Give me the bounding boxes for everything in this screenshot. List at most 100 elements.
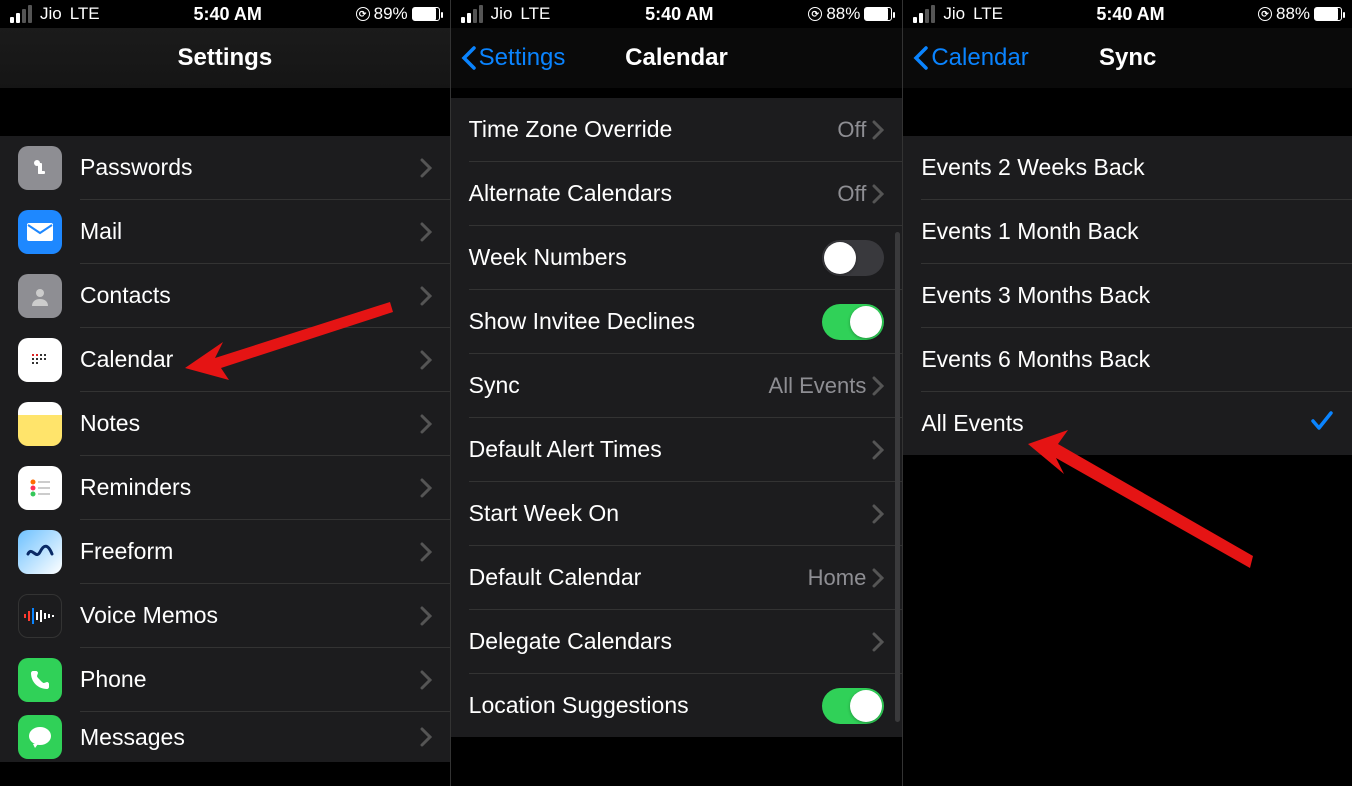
row-label: Contacts xyxy=(80,282,420,309)
row-start-week-on[interactable]: Start Week On xyxy=(451,482,903,545)
battery-percent: 88% xyxy=(826,4,860,24)
chevron-right-icon xyxy=(420,286,432,306)
chevron-right-icon xyxy=(420,414,432,434)
back-button[interactable]: Calendar xyxy=(903,44,1028,72)
chevron-right-icon xyxy=(872,440,884,460)
row-value: Off xyxy=(837,117,866,143)
chevron-right-icon xyxy=(420,542,432,562)
row-freeform[interactable]: Freeform xyxy=(0,520,450,583)
option-1-month[interactable]: Events 1 Month Back xyxy=(903,200,1352,263)
row-messages[interactable]: Messages xyxy=(0,712,450,762)
row-default-alert-times[interactable]: Default Alert Times xyxy=(451,418,903,481)
chevron-left-icon xyxy=(913,46,929,70)
time-label: 5:40 AM xyxy=(1003,4,1258,25)
option-label: Events 6 Months Back xyxy=(921,346,1334,373)
row-label: Freeform xyxy=(80,538,420,565)
time-label: 5:40 AM xyxy=(550,4,808,25)
battery-icon xyxy=(864,7,892,21)
carrier-label: Jio xyxy=(943,4,965,24)
row-alternate-calendars[interactable]: Alternate Calendars Off xyxy=(451,162,903,225)
row-passwords[interactable]: Passwords xyxy=(0,136,450,199)
voice-memos-icon xyxy=(18,594,62,638)
row-sync[interactable]: Sync All Events xyxy=(451,354,903,417)
toggle-location-suggestions[interactable] xyxy=(822,688,884,724)
row-label: Reminders xyxy=(80,474,420,501)
chevron-right-icon xyxy=(420,727,432,747)
toggle-show-invitee-declines[interactable] xyxy=(822,304,884,340)
panel-sync: Jio LTE 5:40 AM ⟳ 88% Calendar Sync Even… xyxy=(903,0,1352,786)
chevron-right-icon xyxy=(420,350,432,370)
panel-settings: Jio LTE 5:40 AM ⟳ 89% Settings Passwords… xyxy=(0,0,450,786)
scroll-indicator[interactable] xyxy=(895,232,900,722)
toggle-week-numbers[interactable] xyxy=(822,240,884,276)
row-delegate-calendars[interactable]: Delegate Calendars xyxy=(451,610,903,673)
row-label: Alternate Calendars xyxy=(469,180,838,207)
option-label: Events 3 Months Back xyxy=(921,282,1334,309)
row-notes[interactable]: Notes xyxy=(0,392,450,455)
mail-icon xyxy=(18,210,62,254)
chevron-right-icon xyxy=(872,376,884,396)
contacts-icon xyxy=(18,274,62,318)
row-reminders[interactable]: Reminders xyxy=(0,456,450,519)
row-value: Off xyxy=(837,181,866,207)
row-show-invitee-declines[interactable]: Show Invitee Declines xyxy=(451,290,903,353)
row-phone[interactable]: Phone xyxy=(0,648,450,711)
settings-list: Passwords Mail Contacts Calendar xyxy=(0,136,450,762)
chevron-right-icon xyxy=(420,222,432,242)
status-bar: Jio LTE 5:40 AM ⟳ 88% xyxy=(903,0,1352,28)
option-all-events[interactable]: All Events xyxy=(903,392,1352,455)
row-label: Phone xyxy=(80,666,420,693)
battery-percent: 88% xyxy=(1276,4,1310,24)
row-mail[interactable]: Mail xyxy=(0,200,450,263)
row-label: Notes xyxy=(80,410,420,437)
chevron-right-icon xyxy=(872,504,884,524)
option-label: All Events xyxy=(921,410,1310,437)
chevron-left-icon xyxy=(461,46,477,70)
row-time-zone-override[interactable]: Time Zone Override Off xyxy=(451,98,903,161)
status-bar: Jio LTE 5:40 AM ⟳ 88% xyxy=(451,0,903,28)
row-label: Start Week On xyxy=(469,500,873,527)
option-6-months[interactable]: Events 6 Months Back xyxy=(903,328,1352,391)
back-label: Calendar xyxy=(931,44,1028,72)
rotation-lock-icon: ⟳ xyxy=(808,7,822,21)
back-button[interactable]: Settings xyxy=(451,44,566,72)
carrier-label: Jio xyxy=(40,4,62,24)
notes-icon xyxy=(18,402,62,446)
chevron-right-icon xyxy=(872,120,884,140)
status-bar: Jio LTE 5:40 AM ⟳ 89% xyxy=(0,0,450,28)
battery-icon xyxy=(412,7,440,21)
row-value: All Events xyxy=(769,373,867,399)
row-default-calendar[interactable]: Default Calendar Home xyxy=(451,546,903,609)
row-label: Calendar xyxy=(80,346,420,373)
row-label: Delegate Calendars xyxy=(469,628,873,655)
network-label: LTE xyxy=(973,4,1003,24)
key-icon xyxy=(18,146,62,190)
row-contacts[interactable]: Contacts xyxy=(0,264,450,327)
nav-bar: Settings xyxy=(0,28,450,88)
page-title: Settings xyxy=(0,44,450,72)
row-calendar[interactable]: Calendar xyxy=(0,328,450,391)
reminders-icon xyxy=(18,466,62,510)
row-label: Passwords xyxy=(80,154,420,181)
option-3-months[interactable]: Events 3 Months Back xyxy=(903,264,1352,327)
row-location-suggestions[interactable]: Location Suggestions xyxy=(451,674,903,737)
rotation-lock-icon: ⟳ xyxy=(356,7,370,21)
row-voice-memos[interactable]: Voice Memos xyxy=(0,584,450,647)
row-label: Time Zone Override xyxy=(469,116,838,143)
option-label: Events 2 Weeks Back xyxy=(921,154,1334,181)
chevron-right-icon xyxy=(420,606,432,626)
nav-bar: Calendar Sync xyxy=(903,28,1352,88)
row-week-numbers[interactable]: Week Numbers xyxy=(451,226,903,289)
rotation-lock-icon: ⟳ xyxy=(1258,7,1272,21)
battery-percent: 89% xyxy=(374,4,408,24)
signal-icon xyxy=(10,5,32,23)
option-2-weeks[interactable]: Events 2 Weeks Back xyxy=(903,136,1352,199)
freeform-icon xyxy=(18,530,62,574)
row-label: Show Invitee Declines xyxy=(469,308,823,335)
row-label: Week Numbers xyxy=(469,244,823,271)
signal-icon xyxy=(461,5,483,23)
row-label: Voice Memos xyxy=(80,602,420,629)
network-label: LTE xyxy=(70,4,100,24)
chevron-right-icon xyxy=(872,632,884,652)
sync-options-list: Events 2 Weeks Back Events 1 Month Back … xyxy=(903,136,1352,455)
